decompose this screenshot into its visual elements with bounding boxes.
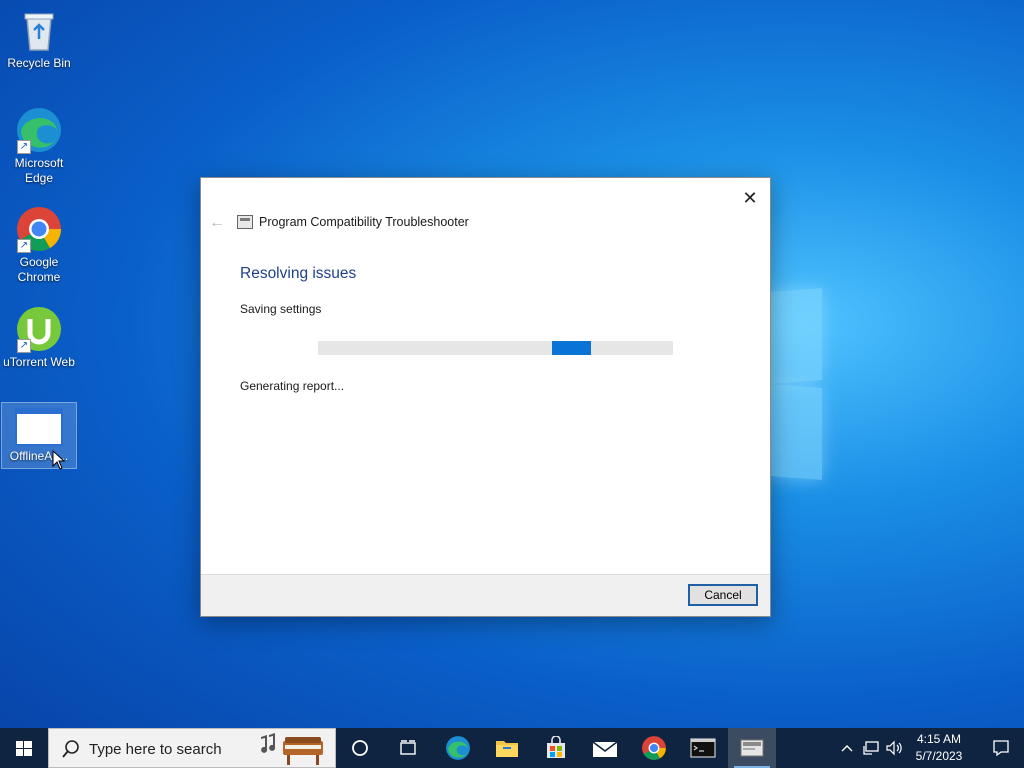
troubleshooter-icon xyxy=(740,739,764,757)
chevron-up-icon xyxy=(841,745,853,752)
taskbar-search-box[interactable]: Type here to search xyxy=(48,728,336,768)
volume-button[interactable] xyxy=(883,728,905,768)
speaker-icon xyxy=(886,740,902,756)
recycle-bin-icon xyxy=(15,6,63,54)
task-view-icon xyxy=(400,740,416,755)
progress-indicator xyxy=(552,341,591,355)
taskbar-file-explorer[interactable] xyxy=(483,728,531,768)
status-text: Saving settings xyxy=(240,302,322,316)
terminal-icon xyxy=(690,738,716,758)
show-hidden-icons-button[interactable] xyxy=(836,728,858,768)
start-button[interactable] xyxy=(0,728,48,768)
desktop-icon-label: uTorrent Web xyxy=(3,355,75,369)
close-button[interactable]: ✕ xyxy=(736,184,764,212)
mouse-cursor-icon xyxy=(52,449,66,475)
desktop-icon-label: Google Chrome xyxy=(17,255,61,284)
dialog-footer: Cancel xyxy=(201,574,770,616)
notification-icon xyxy=(993,740,1009,757)
clock-time: 4:15 AM xyxy=(916,732,962,746)
network-button[interactable] xyxy=(860,728,882,768)
taskbar: Type here to search 4:15 AM 5/7/2023 xyxy=(0,728,1024,768)
action-center-button[interactable] xyxy=(978,728,1024,768)
window-app-icon xyxy=(15,407,63,447)
store-icon xyxy=(547,736,565,758)
desktop-icon-microsoft-edge[interactable]: ↗ Microsoft Edge xyxy=(1,106,77,186)
task-view-button[interactable] xyxy=(384,728,432,768)
network-icon xyxy=(863,741,879,755)
taskbar-clock[interactable]: 4:15 AM 5/7/2023 xyxy=(906,731,972,765)
desktop-icon-recycle-bin[interactable]: Recycle Bin xyxy=(1,6,77,71)
desktop-icon-utorrent-web[interactable]: ↗ uTorrent Web xyxy=(1,305,77,370)
mail-icon xyxy=(592,741,618,757)
folder-icon xyxy=(496,741,518,757)
edge-icon: ↗ xyxy=(15,106,63,154)
cortana-circle-icon xyxy=(352,740,368,756)
dialog-title: Program Compatibility Troubleshooter xyxy=(259,215,469,229)
search-icon xyxy=(62,740,79,758)
edge-icon xyxy=(446,736,470,760)
shortcut-arrow-icon: ↗ xyxy=(17,140,31,154)
back-arrow-icon[interactable]: ← xyxy=(209,214,227,232)
chrome-icon xyxy=(642,736,666,760)
desktop-icon-label: Recycle Bin xyxy=(7,56,71,70)
windows-start-icon xyxy=(16,741,32,756)
taskbar-mail[interactable] xyxy=(581,728,629,768)
taskbar-chrome[interactable] xyxy=(630,728,678,768)
page-heading: Resolving issues xyxy=(240,265,357,282)
troubleshooter-dialog: ✕ ← Program Compatibility Troubleshooter… xyxy=(200,177,771,617)
desktop-icon-label: Microsoft Edge xyxy=(14,156,64,185)
shortcut-arrow-icon: ↗ xyxy=(17,239,31,253)
taskbar-microsoft-store[interactable] xyxy=(532,728,580,768)
desktop-icon-google-chrome[interactable]: ↗ Google Chrome xyxy=(1,205,77,285)
taskbar-edge[interactable] xyxy=(434,728,482,768)
cancel-button[interactable]: Cancel xyxy=(688,584,758,606)
taskbar-command-prompt[interactable] xyxy=(679,728,727,768)
taskbar-troubleshooter[interactable] xyxy=(728,728,776,768)
utorrent-icon: ↗ xyxy=(15,305,63,353)
cortana-button[interactable] xyxy=(336,728,384,768)
substatus-text: Generating report... xyxy=(240,379,345,393)
troubleshooter-icon xyxy=(237,215,253,229)
clock-date: 5/7/2023 xyxy=(915,749,963,763)
chrome-icon: ↗ xyxy=(15,205,63,253)
search-placeholder: Type here to search xyxy=(89,741,222,758)
shortcut-arrow-icon: ↗ xyxy=(17,339,31,353)
search-highlight-icon xyxy=(261,733,323,765)
progress-bar xyxy=(318,341,673,355)
